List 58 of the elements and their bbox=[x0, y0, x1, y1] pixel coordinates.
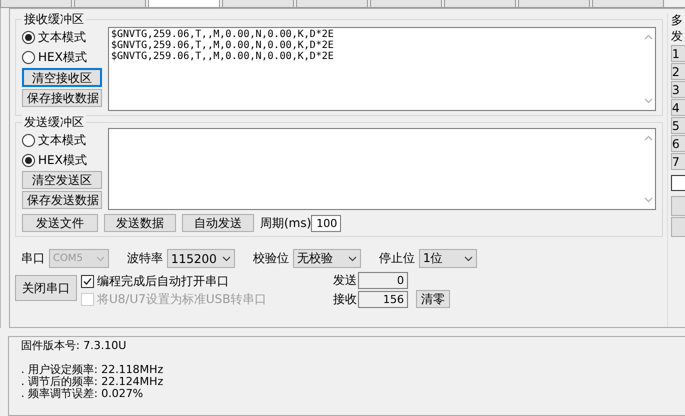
field-label: 校验位 bbox=[253, 250, 289, 267]
button[interactable]: 清空接收区 bbox=[22, 68, 102, 87]
field-label: 停止位 bbox=[379, 250, 415, 267]
scroll-up-icon[interactable] bbox=[644, 135, 652, 141]
close-port-button[interactable]: 关闭串口 bbox=[15, 275, 77, 301]
button[interactable]: 保存发送数据 bbox=[22, 191, 102, 209]
group-title: 发送缓冲区 bbox=[22, 115, 86, 130]
log-line: 固件版本号: 7.3.10U bbox=[21, 340, 128, 352]
text-line: $GNVTG,259.06,T,,M,0.00,N,0.00,K,D*2E bbox=[111, 40, 335, 51]
group-title: 接收缓冲区 bbox=[22, 12, 86, 27]
button[interactable] bbox=[671, 217, 685, 237]
text-line: $GNVTG,259.06,T,,M,0.00,N,0.00,K,D*2E bbox=[111, 29, 335, 40]
send-key-button[interactable]: 1 bbox=[671, 45, 685, 62]
checkmark-icon bbox=[82, 276, 93, 286]
period-field[interactable]: 100 bbox=[311, 214, 342, 232]
text-line: $GNVTG,259.06,T,,M,0.00,N,0.00,K,D*2E bbox=[111, 51, 335, 62]
text-area[interactable] bbox=[108, 128, 656, 210]
field-label: 串口 bbox=[21, 250, 45, 267]
button[interactable] bbox=[671, 196, 685, 216]
field-label: 波特率 bbox=[127, 250, 163, 267]
send-key-button[interactable]: 2 bbox=[671, 63, 685, 80]
button[interactable]: 发送文件 bbox=[22, 214, 98, 232]
clear-button[interactable]: 清零 bbox=[416, 290, 450, 308]
caret-icon[interactable] bbox=[464, 256, 473, 262]
baud-dropdown[interactable]: 115200 bbox=[167, 249, 235, 268]
counter-field: 0 bbox=[358, 272, 408, 289]
side-label: 发 bbox=[671, 29, 684, 44]
send-key-button[interactable]: 7 bbox=[671, 153, 685, 170]
radio-option[interactable]: 文本模式 bbox=[22, 28, 102, 46]
log-line: . 用户设定频率: 22.118MHz bbox=[21, 364, 164, 376]
button[interactable]: 发送数据 bbox=[104, 214, 176, 232]
radio-option[interactable]: HEX模式 bbox=[22, 48, 102, 66]
log-line: . 频率调节误差: 0.027% bbox=[21, 388, 144, 400]
counter-label: 接收 bbox=[333, 291, 357, 308]
checkbox-option[interactable]: 编程完成后自动打开串口 bbox=[81, 272, 329, 290]
counter-label: 发送 bbox=[333, 272, 357, 289]
period-label: 周期(ms) bbox=[260, 214, 312, 232]
log-line: . 调节后的频率: 22.124MHz bbox=[21, 376, 164, 388]
button[interactable]: 保存接收数据 bbox=[22, 89, 102, 107]
scroll-up-icon[interactable] bbox=[644, 34, 652, 40]
button[interactable]: 自动发送 bbox=[182, 214, 254, 232]
send-key-button[interactable]: 4 bbox=[671, 99, 685, 116]
parity-dropdown[interactable]: 无校验 bbox=[293, 249, 361, 268]
radio-option[interactable]: HEX模式 bbox=[22, 151, 102, 169]
radio-option[interactable]: 文本模式 bbox=[22, 131, 102, 149]
send-key-button[interactable]: 5 bbox=[671, 117, 685, 134]
send-key-button[interactable]: 3 bbox=[671, 81, 685, 98]
scroll-down-icon[interactable] bbox=[644, 197, 652, 203]
caret-icon[interactable] bbox=[348, 256, 357, 262]
scroll-down-icon[interactable] bbox=[644, 98, 652, 104]
side-label: 多 bbox=[671, 13, 684, 28]
send-key-button[interactable]: 6 bbox=[671, 135, 685, 152]
caret-icon[interactable] bbox=[222, 256, 231, 262]
stop-dropdown[interactable]: 1位 bbox=[419, 249, 477, 268]
counter-field: 156 bbox=[358, 291, 408, 308]
checkbox[interactable] bbox=[671, 175, 685, 191]
text-area[interactable]: $GNVTG,259.06,T,,M,0.00,N,0.00,K,D*2E $GNVTG,259.06,T,,M,0.00,N,0.00,K,D*2E $GNVTG,259.06,T,,M,0.00,N,0.00,K,D*2E bbox=[108, 27, 656, 111]
button[interactable]: 清空发送区 bbox=[22, 171, 102, 189]
